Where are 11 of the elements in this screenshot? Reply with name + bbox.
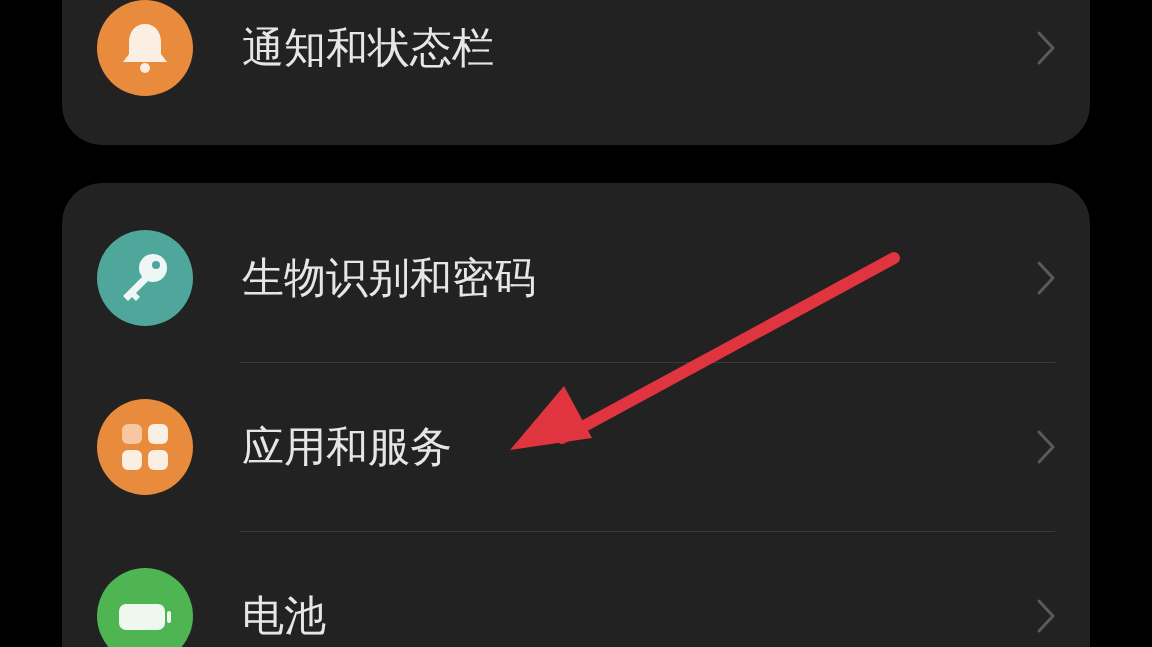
settings-label: 通知和状态栏 bbox=[242, 22, 495, 74]
settings-label: 电池 bbox=[242, 590, 327, 642]
settings-label: 应用和服务 bbox=[242, 421, 453, 473]
settings-item[interactable]: 电池 bbox=[62, 532, 1090, 647]
chevron-right-icon bbox=[1036, 260, 1056, 296]
settings-label: 生物识别和密码 bbox=[242, 252, 537, 304]
chevron-right-icon bbox=[1036, 598, 1056, 634]
settings-item[interactable]: 生物识别和密码 bbox=[62, 194, 1090, 362]
chevron-right-icon bbox=[1036, 429, 1056, 465]
settings-item[interactable]: 通知和状态栏 bbox=[62, 0, 1090, 96]
chevron-right-icon bbox=[1036, 30, 1056, 66]
